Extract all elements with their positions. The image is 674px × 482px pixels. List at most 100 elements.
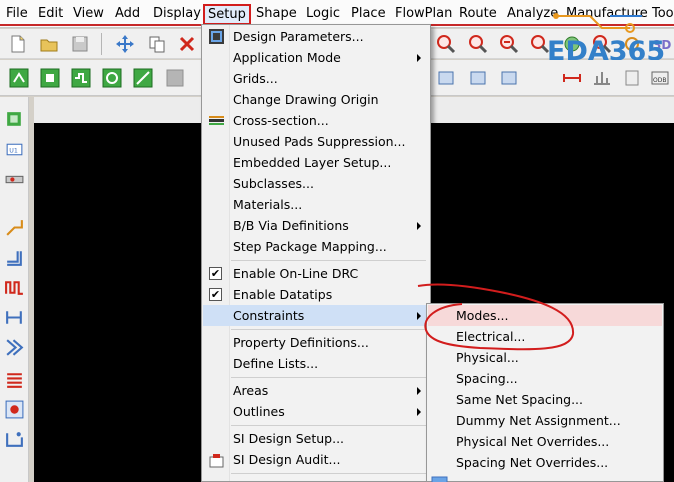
menu-item-modes[interactable]: Modes...: [428, 305, 662, 326]
menu-item-label: Subclasses...: [233, 176, 314, 191]
toolbar-separator: [101, 33, 102, 55]
menu-item-si-design-audit[interactable]: SI Design Audit...: [203, 449, 429, 470]
copy-icon[interactable]: [145, 32, 169, 56]
setup-menu: Design Parameters... Application Mode Gr…: [201, 24, 431, 482]
save-icon[interactable]: [68, 32, 92, 56]
menu-separator: [231, 425, 426, 426]
menu-item-label: Spacing...: [456, 371, 518, 386]
menu-item-label: Design Parameters...: [233, 29, 364, 44]
placement-toolbar: U1: [0, 97, 29, 482]
shape-add-icon[interactable]: [434, 66, 458, 90]
menu-item-physical[interactable]: Physical...: [428, 347, 662, 368]
menu-item-areas[interactable]: Areas: [203, 380, 429, 401]
route-line-icon[interactable]: [2, 215, 26, 239]
place-component-icon[interactable]: U1: [2, 137, 26, 161]
menu-item-label: Spacing Net Overrides...: [456, 455, 609, 470]
checkbox-checked-icon: ✔: [209, 267, 222, 280]
menu-shape[interactable]: Shape: [256, 5, 297, 23]
disabled-tool-icon: [163, 66, 187, 90]
zoom-out-icon[interactable]: [497, 32, 521, 56]
menu-item-subclasses[interactable]: Subclasses...: [203, 173, 429, 194]
delay-tune-icon[interactable]: [69, 66, 93, 90]
menu-item-label: Change Drawing Origin: [233, 92, 379, 107]
menu-item-cross-section[interactable]: Cross-section...: [203, 110, 429, 131]
menu-item-label: B/B Via Definitions: [233, 218, 349, 233]
menu-item-step-package-mapping[interactable]: Step Package Mapping...: [203, 236, 429, 257]
si-audit-icon: [209, 454, 224, 468]
shape-edit-icon[interactable]: [497, 66, 521, 90]
menu-item-label: Physical Net Overrides...: [456, 434, 610, 449]
menu-flowplan[interactable]: FlowPlan: [395, 5, 452, 23]
menu-item-design-parameters[interactable]: Design Parameters...: [203, 26, 429, 47]
menu-item-application-mode[interactable]: Application Mode: [203, 47, 429, 68]
menu-route[interactable]: Route: [459, 5, 497, 23]
place-manual-icon[interactable]: [2, 107, 26, 131]
menu-item-enable-datatips[interactable]: ✔ Enable Datatips: [203, 284, 429, 305]
menu-item-label: Outlines: [233, 404, 285, 419]
menu-add[interactable]: Add: [115, 5, 140, 23]
menu-item-outlines[interactable]: Outlines: [203, 401, 429, 422]
menu-item-property-definitions[interactable]: Property Definitions...: [203, 332, 429, 353]
sheet-icon[interactable]: [620, 66, 644, 90]
menu-view[interactable]: View: [73, 5, 104, 23]
menu-tools[interactable]: Too: [652, 5, 674, 23]
menu-item-embedded-layer-setup[interactable]: Embedded Layer Setup...: [203, 152, 429, 173]
menu-item-dummy-net-assignment[interactable]: Dummy Net Assignment...: [428, 410, 662, 431]
menu-separator: [231, 260, 426, 261]
create-fanout-icon[interactable]: [131, 66, 155, 90]
menu-item-unused-pads-suppression[interactable]: Unused Pads Suppression...: [203, 131, 429, 152]
measure-icon[interactable]: [560, 66, 584, 90]
open-folder-icon[interactable]: [37, 32, 61, 56]
odb-export-icon[interactable]: ODB: [648, 66, 672, 90]
custom-smooth-icon[interactable]: [100, 66, 124, 90]
menu-item-grids[interactable]: Grids...: [203, 68, 429, 89]
delete-icon[interactable]: [175, 32, 199, 56]
menu-separator: [231, 473, 426, 474]
route-list-icon[interactable]: [2, 367, 26, 391]
menu-item-label: Areas: [233, 383, 269, 398]
route-bus-icon[interactable]: [2, 305, 26, 329]
via-array-icon[interactable]: [2, 397, 26, 421]
design-parameters-icon: [209, 29, 224, 44]
menu-item-define-lists[interactable]: Define Lists...: [203, 353, 429, 374]
slide-icon[interactable]: [38, 66, 62, 90]
menu-item-bb-via-definitions[interactable]: B/B Via Definitions: [203, 215, 429, 236]
menu-item-spacing[interactable]: Spacing...: [428, 368, 662, 389]
move-icon[interactable]: [113, 32, 137, 56]
menu-place[interactable]: Place: [351, 5, 386, 23]
menu-item-constraints[interactable]: Constraints: [203, 305, 429, 326]
route-diff-pair-icon[interactable]: [2, 245, 26, 269]
menu-item-change-drawing-origin[interactable]: Change Drawing Origin: [203, 89, 429, 110]
cross-section-icon: [209, 116, 224, 125]
menu-item-si-design-setup[interactable]: SI Design Setup...: [203, 428, 429, 449]
menu-item-spacing-net-overrides[interactable]: Spacing Net Overrides...: [428, 452, 662, 473]
menu-item-label: Electrical...: [456, 329, 526, 344]
route-flow-icon[interactable]: [2, 335, 26, 359]
menu-logic[interactable]: Logic: [306, 5, 340, 23]
menu-file[interactable]: File: [6, 5, 28, 23]
menu-item-label: Materials...: [233, 197, 303, 212]
shape-rect-icon[interactable]: [466, 66, 490, 90]
menu-item-partial[interactable]: [428, 473, 662, 482]
route-tune-icon[interactable]: [2, 275, 26, 299]
menu-item-label: Application Mode: [233, 50, 341, 65]
add-connect-icon[interactable]: [7, 66, 31, 90]
menu-separator: [231, 377, 426, 378]
menu-item-enable-online-drc[interactable]: ✔ Enable On-Line DRC: [203, 263, 429, 284]
via-shield-icon[interactable]: [2, 427, 26, 451]
menu-item-electrical[interactable]: Electrical...: [428, 326, 662, 347]
menu-item-physical-net-overrides[interactable]: Physical Net Overrides...: [428, 431, 662, 452]
menu-display[interactable]: Display: [153, 5, 201, 23]
place-connector-icon[interactable]: [2, 167, 26, 191]
zoom-in-icon[interactable]: [466, 32, 490, 56]
report-icon[interactable]: [590, 66, 614, 90]
zoom-fit-icon[interactable]: [434, 32, 458, 56]
menu-item-same-net-spacing[interactable]: Same Net Spacing...: [428, 389, 662, 410]
new-file-icon[interactable]: [6, 32, 30, 56]
svg-text:ODB: ODB: [653, 77, 666, 84]
menu-edit[interactable]: Edit: [38, 5, 63, 23]
menu-setup[interactable]: Setup: [203, 4, 251, 25]
submenu-arrow-icon: [417, 54, 421, 62]
menu-item-label: Embedded Layer Setup...: [233, 155, 392, 170]
menu-item-materials[interactable]: Materials...: [203, 194, 429, 215]
